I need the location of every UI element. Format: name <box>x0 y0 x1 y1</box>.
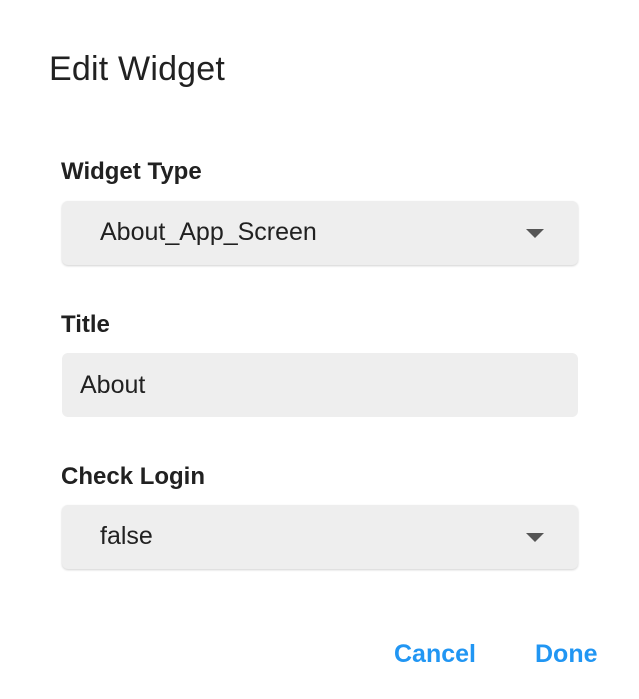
title-input[interactable] <box>62 353 578 417</box>
title-label: Title <box>61 311 110 338</box>
widget-type-select[interactable]: About_App_Screen <box>62 201 578 265</box>
check-login-value: false <box>100 522 153 550</box>
caret-down-icon <box>526 229 544 238</box>
widget-type-value: About_App_Screen <box>100 218 317 246</box>
cancel-button[interactable]: Cancel <box>394 640 476 669</box>
done-button[interactable]: Done <box>535 640 598 669</box>
check-login-select[interactable]: false <box>62 505 578 569</box>
caret-down-icon <box>526 533 544 542</box>
widget-type-label: Widget Type <box>61 158 202 185</box>
check-login-label: Check Login <box>61 463 206 490</box>
edit-widget-dialog: Edit Widget Widget Type About_App_Screen… <box>0 0 639 699</box>
dialog-title: Edit Widget <box>49 50 226 88</box>
